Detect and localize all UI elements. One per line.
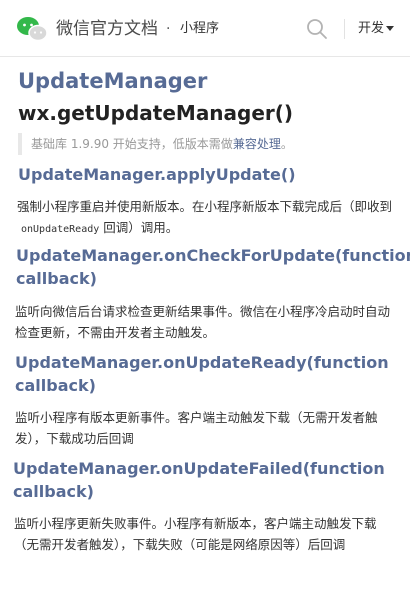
desc-text: 强制小程序重启并使用新版本。在小程序新版本下载完成后（即收到 [17, 199, 393, 214]
develop-menu-button[interactable]: 开发 [358, 18, 395, 40]
header-divider [344, 19, 345, 39]
version-note-text: 基础库 1.9.90 开始支持，低版本需做 [31, 137, 233, 151]
method-desc-on-check-for-update: 监听向微信后台请求检查更新结果事件。微信在小程序冷启动时自动检查更新，不需由开发… [15, 304, 391, 340]
site-brand[interactable]: 微信官方文档 [56, 16, 158, 42]
method-desc-apply-update: 强制小程序重启并使用新版本。在小程序新版本下载完成后（即收到 onUpdateRe… [17, 196, 397, 240]
version-note-suffix: 。 [280, 137, 293, 151]
develop-menu-label: 开发 [358, 21, 385, 36]
search-icon[interactable] [305, 17, 329, 41]
method-link-apply-update[interactable]: UpdateManager.applyUpdate() [18, 163, 296, 186]
method-link-on-update-ready[interactable]: UpdateManager.onUpdateReady(function cal… [15, 351, 389, 397]
method-link-on-check-for-update[interactable]: UpdateManager.onCheckForUpdate(function … [16, 244, 410, 290]
method-name-line: UpdateManager.onCheckForUpdate(function [16, 246, 410, 265]
method-link-on-update-failed[interactable]: UpdateManager.onUpdateFailed(function ca… [13, 457, 385, 503]
method-name-line: callback) [15, 376, 96, 395]
top-header: 微信官方文档 · 小程序 开发 [0, 0, 410, 57]
page-title: UpdateManager [18, 69, 208, 93]
inline-code: onUpdateReady [21, 224, 100, 235]
caret-down-icon [386, 26, 395, 31]
method-name-line: callback) [16, 269, 97, 288]
method-name-line: callback) [13, 482, 94, 501]
method-desc-on-update-failed: 监听小程序更新失败事件。小程序有新版本，客户端主动触发下载（无需开发者触发），下… [14, 516, 377, 552]
wechat-logo-icon[interactable] [16, 16, 48, 42]
method-desc-on-update-ready: 监听小程序有版本更新事件。客户端主动触发下载（无需开发者触发），下载成功后回调 [15, 410, 378, 446]
version-note: 基础库 1.9.90 开始支持，低版本需做兼容处理。 [18, 133, 293, 155]
compat-link[interactable]: 兼容处理 [233, 137, 281, 151]
api-title: wx.getUpdateManager() [18, 101, 294, 125]
brand-separator: · [166, 21, 171, 37]
method-name-line: UpdateManager.onUpdateFailed(function [13, 459, 385, 478]
site-section-label[interactable]: 小程序 [180, 18, 219, 40]
desc-text-end: 回调）调用。 [103, 220, 179, 235]
method-name-line: UpdateManager.onUpdateReady(function [15, 353, 389, 372]
